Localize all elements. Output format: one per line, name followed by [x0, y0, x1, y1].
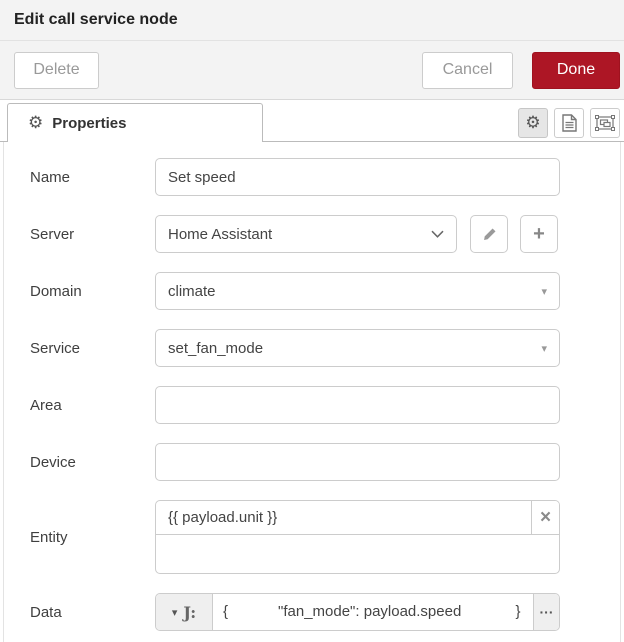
file-text-icon: [561, 114, 577, 132]
data-value-input[interactable]: { "fan_mode": payload.speed }: [213, 594, 533, 630]
server-select-value: Home Assistant: [168, 225, 273, 243]
data-expand-button[interactable]: ···: [533, 594, 559, 630]
dialog-header: Edit call service node: [0, 0, 624, 41]
data-typed-input: ▾ J: { "fan_mode": payload.speed } ···: [155, 593, 560, 631]
gear-icon: ⚙: [525, 112, 541, 133]
entity-row: Entity {{ payload.unit }} ×: [30, 500, 620, 574]
done-button[interactable]: Done: [532, 51, 620, 89]
service-row: Service set_fan_mode ▾: [30, 329, 620, 367]
close-icon: ×: [539, 506, 552, 528]
gear-icon: ⚙: [28, 112, 44, 133]
domain-row: Domain climate ▾: [30, 272, 620, 310]
caret-down-icon: ▾: [541, 284, 547, 298]
caret-down-icon: ▾: [171, 605, 178, 619]
properties-tab-button[interactable]: ⚙: [518, 108, 548, 138]
appearance-tab-button[interactable]: [590, 108, 620, 138]
area-row: Area: [30, 386, 620, 424]
data-label: Data: [30, 603, 62, 621]
name-row: Name: [30, 158, 620, 196]
entity-empty-row[interactable]: [156, 535, 559, 573]
name-label: Name: [30, 168, 71, 186]
caret-down-icon: ▾: [541, 341, 547, 355]
device-input[interactable]: [155, 443, 560, 481]
data-type-button[interactable]: ▾ J:: [156, 594, 213, 630]
area-input[interactable]: [155, 386, 560, 424]
entity-remove-button[interactable]: ×: [531, 501, 559, 534]
cancel-button[interactable]: Cancel: [422, 51, 513, 89]
add-server-button[interactable]: +: [520, 215, 558, 253]
service-input[interactable]: set_fan_mode ▾: [155, 329, 560, 367]
name-input[interactable]: [155, 158, 560, 196]
editor-tab-bar: ⚙ Properties ⚙: [0, 100, 624, 142]
object-group-icon: [595, 115, 615, 131]
tab-action-buttons: ⚙: [518, 108, 620, 138]
server-label: Server: [30, 225, 75, 243]
device-label: Device: [30, 453, 76, 471]
jsonata-icon: J:: [183, 602, 197, 622]
service-label: Service: [30, 339, 81, 357]
data-row: Data ▾ J: { "fan_mode": payload.speed } …: [30, 593, 620, 631]
device-row: Device: [30, 443, 620, 481]
entity-value[interactable]: {{ payload.unit }}: [156, 501, 531, 534]
entity-label: Entity: [30, 528, 68, 546]
server-row: Server Home Assistant +: [30, 215, 620, 253]
plus-icon: +: [533, 222, 545, 245]
entity-editor: {{ payload.unit }} ×: [155, 500, 560, 574]
chevron-down-icon: [431, 230, 444, 238]
description-tab-button[interactable]: [554, 108, 584, 138]
properties-form: Name Server Home Assistant + Domain clim…: [3, 142, 621, 642]
server-select[interactable]: Home Assistant: [155, 215, 457, 253]
domain-label: Domain: [30, 282, 82, 300]
domain-input[interactable]: climate ▾: [155, 272, 560, 310]
area-label: Area: [30, 396, 62, 414]
tab-properties-label: Properties: [52, 114, 127, 132]
dialog-title: Edit call service node: [14, 11, 178, 28]
service-value: set_fan_mode: [168, 339, 264, 357]
delete-button[interactable]: Delete: [14, 51, 99, 89]
domain-value: climate: [168, 282, 216, 300]
edit-server-button[interactable]: [470, 215, 508, 253]
entity-list-item[interactable]: {{ payload.unit }} ×: [156, 501, 559, 535]
pencil-icon: [482, 227, 497, 242]
tab-properties[interactable]: ⚙ Properties: [7, 103, 263, 142]
dialog-button-bar: Delete Cancel Done: [0, 41, 624, 100]
